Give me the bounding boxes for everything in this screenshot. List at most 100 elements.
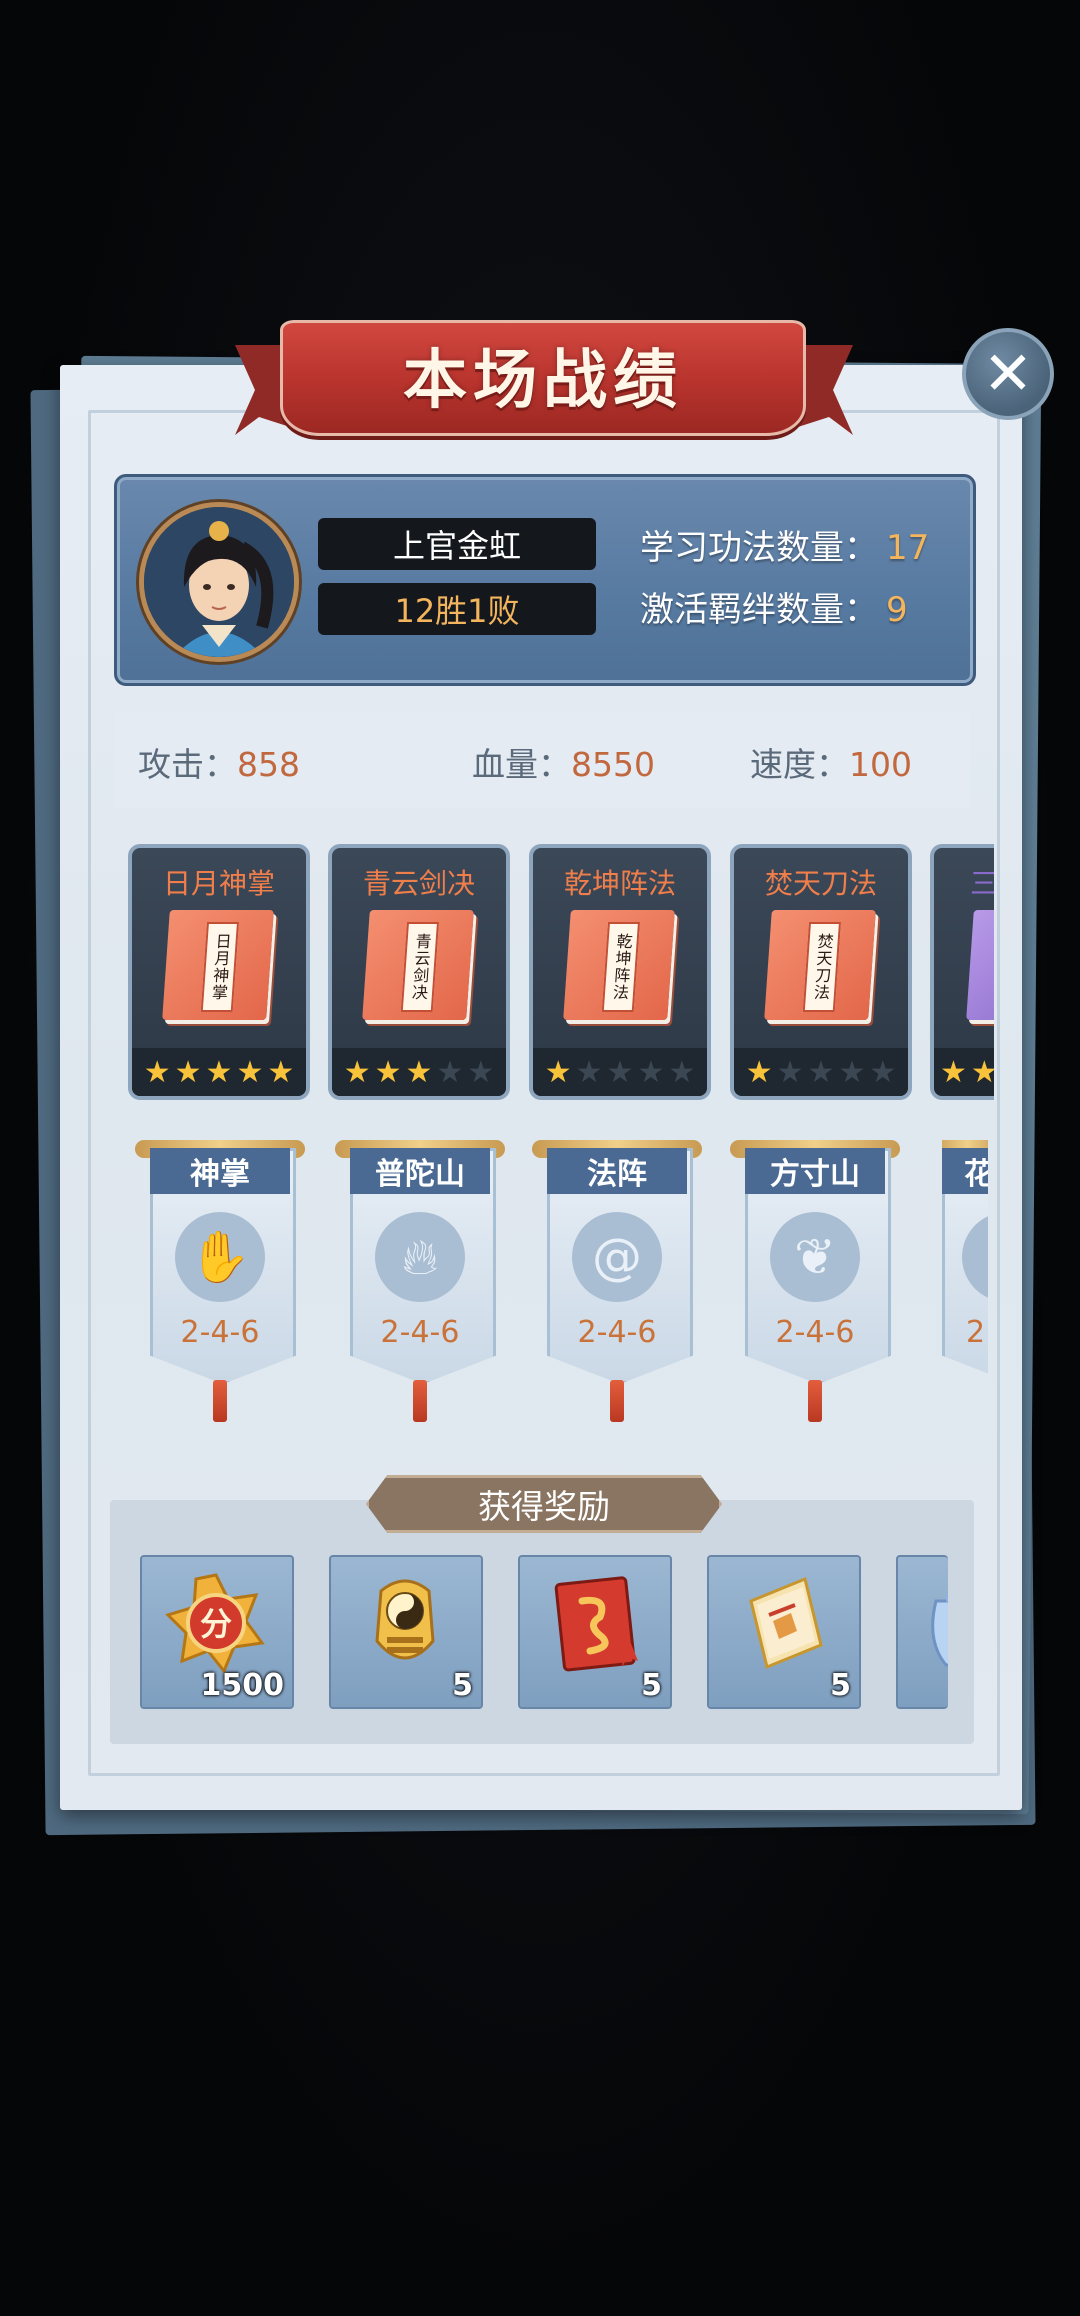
faction-banner[interactable]: 普陀山 🔥︎ 2-4-6	[335, 1140, 505, 1422]
star-empty-icon: ★	[869, 1054, 897, 1090]
skill-name: 三	[934, 862, 994, 902]
faction-banner-partial[interactable]: 花 2	[942, 1140, 988, 1395]
tassel	[213, 1380, 227, 1422]
score-medal-icon: 分	[165, 1573, 265, 1674]
skill-name: 青云剑决	[362, 867, 475, 900]
dialog-title: 本场战绩	[403, 342, 683, 418]
feather-icon: ❦	[770, 1212, 860, 1302]
learned-skills-stat: 学习功法数量： 17	[640, 520, 929, 569]
star-empty-icon: ★	[637, 1054, 665, 1090]
faction-banner[interactable]: 法阵 @ 2-4-6	[532, 1140, 702, 1422]
star-rating: ★★★★★	[934, 1048, 994, 1096]
star-empty-icon: ★	[606, 1054, 634, 1090]
star-filled-icon: ★	[405, 1054, 433, 1090]
skill-card[interactable]: 焚天刀法 焚天刀法 ★ ★ ★ ★ ★	[730, 844, 912, 1100]
scroll-icon	[749, 1576, 823, 1670]
skill-card-partial[interactable]: 三 ★★★★★	[930, 844, 994, 1100]
star-filled-icon: ★	[205, 1054, 233, 1090]
tassel	[808, 1380, 822, 1422]
star-rating: ★★★★★	[332, 1048, 506, 1096]
star-filled-icon: ★	[971, 1055, 994, 1090]
star-empty-icon: ★	[776, 1054, 804, 1090]
faction-name: 方寸山	[745, 1148, 885, 1194]
star-rating: ★★★★★	[734, 1048, 908, 1096]
skill-book-icon	[966, 910, 994, 1020]
attr-label: 血量：	[472, 745, 571, 784]
faction-tiers: 2-4-6	[577, 1315, 657, 1350]
hp-attribute: 血量：8550	[472, 738, 655, 786]
star-filled-icon: ★	[143, 1054, 171, 1090]
skill-name: 乾坤阵法	[563, 867, 676, 900]
skill-card[interactable]: 乾坤阵法 乾坤阵法 ★ ★ ★ ★ ★	[529, 844, 711, 1100]
player-name: 上官金虹	[318, 518, 596, 570]
faction-tiers: 2	[966, 1315, 986, 1350]
faction-tiers: 2-4-6	[775, 1315, 855, 1350]
star-rating: ★★★★★	[533, 1048, 707, 1096]
star-empty-icon: ★	[575, 1054, 603, 1090]
skill-card[interactable]: 日月神掌 日月神掌 ★ ★ ★ ★ ★	[128, 844, 310, 1100]
skill-book-icon: 乾坤阵法	[563, 910, 675, 1020]
palm-icon: ✋	[175, 1212, 265, 1302]
stat-label: 激活羁绊数量：	[640, 590, 878, 630]
star-empty-icon: ★	[436, 1054, 464, 1090]
reward-item[interactable]: 分 1500	[140, 1555, 294, 1709]
stat-value: 17	[886, 528, 930, 568]
pouch-icon	[931, 1592, 948, 1667]
book-title: 乾坤阵法	[601, 922, 641, 1012]
attr-value: 100	[849, 745, 912, 784]
star-rating: ★★★★★	[132, 1048, 306, 1096]
close-button[interactable]: ✕	[962, 328, 1054, 420]
active-bonds-stat: 激活羁绊数量： 9	[640, 582, 908, 631]
star-filled-icon: ★	[940, 1054, 967, 1090]
star-filled-icon: ★	[374, 1054, 402, 1090]
skill-book-icon: 青云剑决	[362, 910, 474, 1020]
reward-count: 5	[641, 1668, 662, 1703]
star-filled-icon: ★	[236, 1054, 264, 1090]
tassel	[610, 1380, 624, 1422]
attr-label: 攻击：	[138, 745, 237, 784]
book-title: 日月神掌	[200, 922, 240, 1012]
faction-name: 法阵	[547, 1148, 687, 1194]
taiji-token-icon	[375, 1579, 435, 1660]
faction-name: 神掌	[150, 1148, 290, 1194]
faction-banner[interactable]: 方寸山 ❦ 2-4-6	[730, 1140, 900, 1422]
skill-book-icon: 日月神掌	[162, 910, 274, 1020]
star-filled-icon: ★	[544, 1054, 572, 1090]
avatar-portrait	[144, 507, 294, 657]
star-filled-icon: ★	[174, 1054, 202, 1090]
avatar[interactable]	[139, 502, 299, 662]
faction-tiers: 2-4-6	[180, 1315, 260, 1350]
reward-item[interactable]: 5	[329, 1555, 483, 1709]
rewards-title: 获得奖励	[366, 1475, 722, 1533]
book-title: 青云剑决	[400, 922, 440, 1012]
faction-banner[interactable]: 神掌 ✋ 2-4-6	[135, 1140, 305, 1422]
reward-count: 5	[830, 1668, 851, 1703]
attr-value: 858	[237, 745, 300, 784]
reward-count: 1500	[200, 1668, 285, 1703]
skill-book-icon: 焚天刀法	[764, 910, 876, 1020]
reward-item[interactable]: 5	[707, 1555, 861, 1709]
faction-name: 普陀山	[350, 1148, 490, 1194]
spiral-icon: @	[572, 1212, 662, 1302]
tassel	[413, 1380, 427, 1422]
faction-name: 花	[942, 1148, 988, 1194]
star-filled-icon: ★	[745, 1054, 773, 1090]
attr-label: 速度：	[750, 745, 849, 784]
star-filled-icon: ★	[343, 1054, 371, 1090]
attr-value: 8550	[571, 745, 655, 784]
dragon-book-icon	[554, 1576, 638, 1672]
star-empty-icon: ★	[668, 1054, 696, 1090]
star-empty-icon: ★	[838, 1054, 866, 1090]
skill-card[interactable]: 青云剑决 青云剑决 ★ ★ ★ ★ ★	[328, 844, 510, 1100]
skill-name: 焚天刀法	[764, 867, 877, 900]
reward-item[interactable]: 5	[518, 1555, 672, 1709]
skill-name: 日月神掌	[162, 867, 275, 900]
stat-label: 学习功法数量：	[640, 528, 878, 568]
win-loss-record: 12胜1败	[318, 583, 596, 635]
flame-icon: 🔥︎	[375, 1212, 465, 1302]
faction-tiers: 2-4-6	[380, 1315, 460, 1350]
star-empty-icon: ★	[807, 1054, 835, 1090]
reward-item-partial[interactable]	[896, 1555, 948, 1709]
stat-value: 9	[886, 590, 908, 630]
book-title: 焚天刀法	[802, 922, 842, 1012]
